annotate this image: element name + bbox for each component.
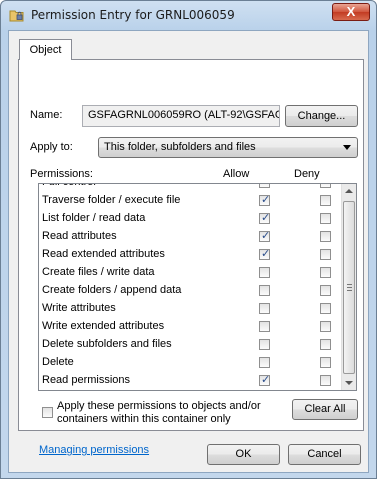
chevron-down-icon [343,145,351,150]
permission-name: Delete [42,356,74,368]
title-bar[interactable]: Permission Entry for GRNL006059 X [1,1,376,29]
permission-name: Delete subfolders and files [42,338,172,350]
permission-name: Write attributes [42,302,116,314]
permission-name: Create folders / append data [42,284,182,296]
ok-button[interactable]: OK [207,444,280,465]
allow-checkbox[interactable] [259,229,270,242]
allow-checkbox[interactable] [259,357,270,368]
permission-name: Write extended attributes [42,320,165,332]
deny-checkbox[interactable] [320,357,331,368]
permission-row: Delete subfolders and files [39,336,344,354]
scroll-down-icon[interactable] [345,381,353,385]
managing-permissions-link[interactable]: Managing permissions [39,444,149,456]
allow-checkbox[interactable] [259,211,270,224]
folder-lock-icon [9,10,24,22]
permission-name: Read extended attributes [42,248,165,260]
permission-row: Create files / write data [39,264,344,282]
permissions-scrollbar[interactable] [341,184,356,390]
apply-to-value: This folder, subfolders and files [104,141,256,153]
cancel-button[interactable]: Cancel [288,444,361,465]
name-field[interactable]: GSFAGRNL006059RO (ALT-92\GSFAGRNL006059R… [82,105,280,127]
object-tab-panel: Name: GSFAGRNL006059RO (ALT-92\GSFAGRNL0… [18,59,364,456]
permission-row: Write extended attributes [39,318,344,336]
permission-row: Read extended attributes [39,246,344,264]
deny-checkbox[interactable] [320,249,331,260]
deny-checkbox[interactable] [320,285,331,296]
close-icon[interactable]: X [347,4,356,19]
allow-checkbox[interactable] [259,193,270,206]
permission-name: Traverse folder / execute file [42,194,181,206]
allow-checkbox[interactable] [259,267,270,278]
permission-row: Delete [39,354,344,372]
permission-name: Full control [42,184,96,188]
permission-row: Traverse folder / execute file [39,192,344,210]
permission-row: Full control [39,184,344,192]
permission-name: List folder / read data [42,212,146,224]
allow-checkbox[interactable] [259,373,270,386]
deny-checkbox[interactable] [320,184,331,188]
permission-row: Write attributes [39,300,344,318]
deny-checkbox[interactable] [320,213,331,224]
apply-inherit-checkbox[interactable] [42,407,53,418]
deny-checkbox[interactable] [320,375,331,386]
allow-checkbox[interactable] [259,247,270,260]
allow-checkbox[interactable] [259,285,270,296]
deny-checkbox[interactable] [320,267,331,278]
allow-checkbox[interactable] [259,184,270,188]
deny-checkbox[interactable] [320,231,331,242]
permissions-list[interactable]: Full control Traverse folder / execute fi… [38,183,357,391]
deny-checkbox[interactable] [320,303,331,314]
permission-entry-window: Permission Entry for GRNL006059 X Object… [0,0,377,479]
close-button[interactable]: X [332,3,370,21]
deny-column-header: Deny [294,168,320,180]
deny-checkbox[interactable] [320,195,331,206]
permission-row: List folder / read data [39,210,344,228]
scrollbar-thumb[interactable] [343,201,355,374]
tab-object-label: Object [29,44,62,56]
permission-name: Read attributes [42,230,117,242]
apply-to-select[interactable]: This folder, subfolders and files [98,137,358,158]
permissions-header: Permissions: [30,168,93,180]
change-button[interactable]: Change... [285,105,358,127]
deny-checkbox[interactable] [320,321,331,332]
apply-to-label: Apply to: [30,141,73,153]
permission-name: Create files / write data [42,266,155,278]
tab-object[interactable]: Object [19,39,72,60]
window-title: Permission Entry for GRNL006059 [31,8,235,22]
scroll-up-icon[interactable] [345,189,353,193]
allow-checkbox[interactable] [259,303,270,314]
allow-column-header: Allow [223,168,250,180]
permission-row: Read attributes [39,228,344,246]
name-label: Name: [30,109,63,121]
deny-checkbox[interactable] [320,339,331,350]
apply-inherit-label[interactable]: Apply these permissions to objects and/o… [57,400,282,426]
dialog-body: Object Name: GSFAGRNL006059RO (ALT-92\GS… [8,30,369,473]
allow-checkbox[interactable] [259,321,270,332]
grip-icon [347,284,352,291]
allow-checkbox[interactable] [259,339,270,350]
clear-all-button[interactable]: Clear All [292,399,358,420]
permission-name: Read permissions [42,374,131,386]
permission-row: Create folders / append data [39,282,344,300]
permission-row: Read permissions [39,372,344,390]
